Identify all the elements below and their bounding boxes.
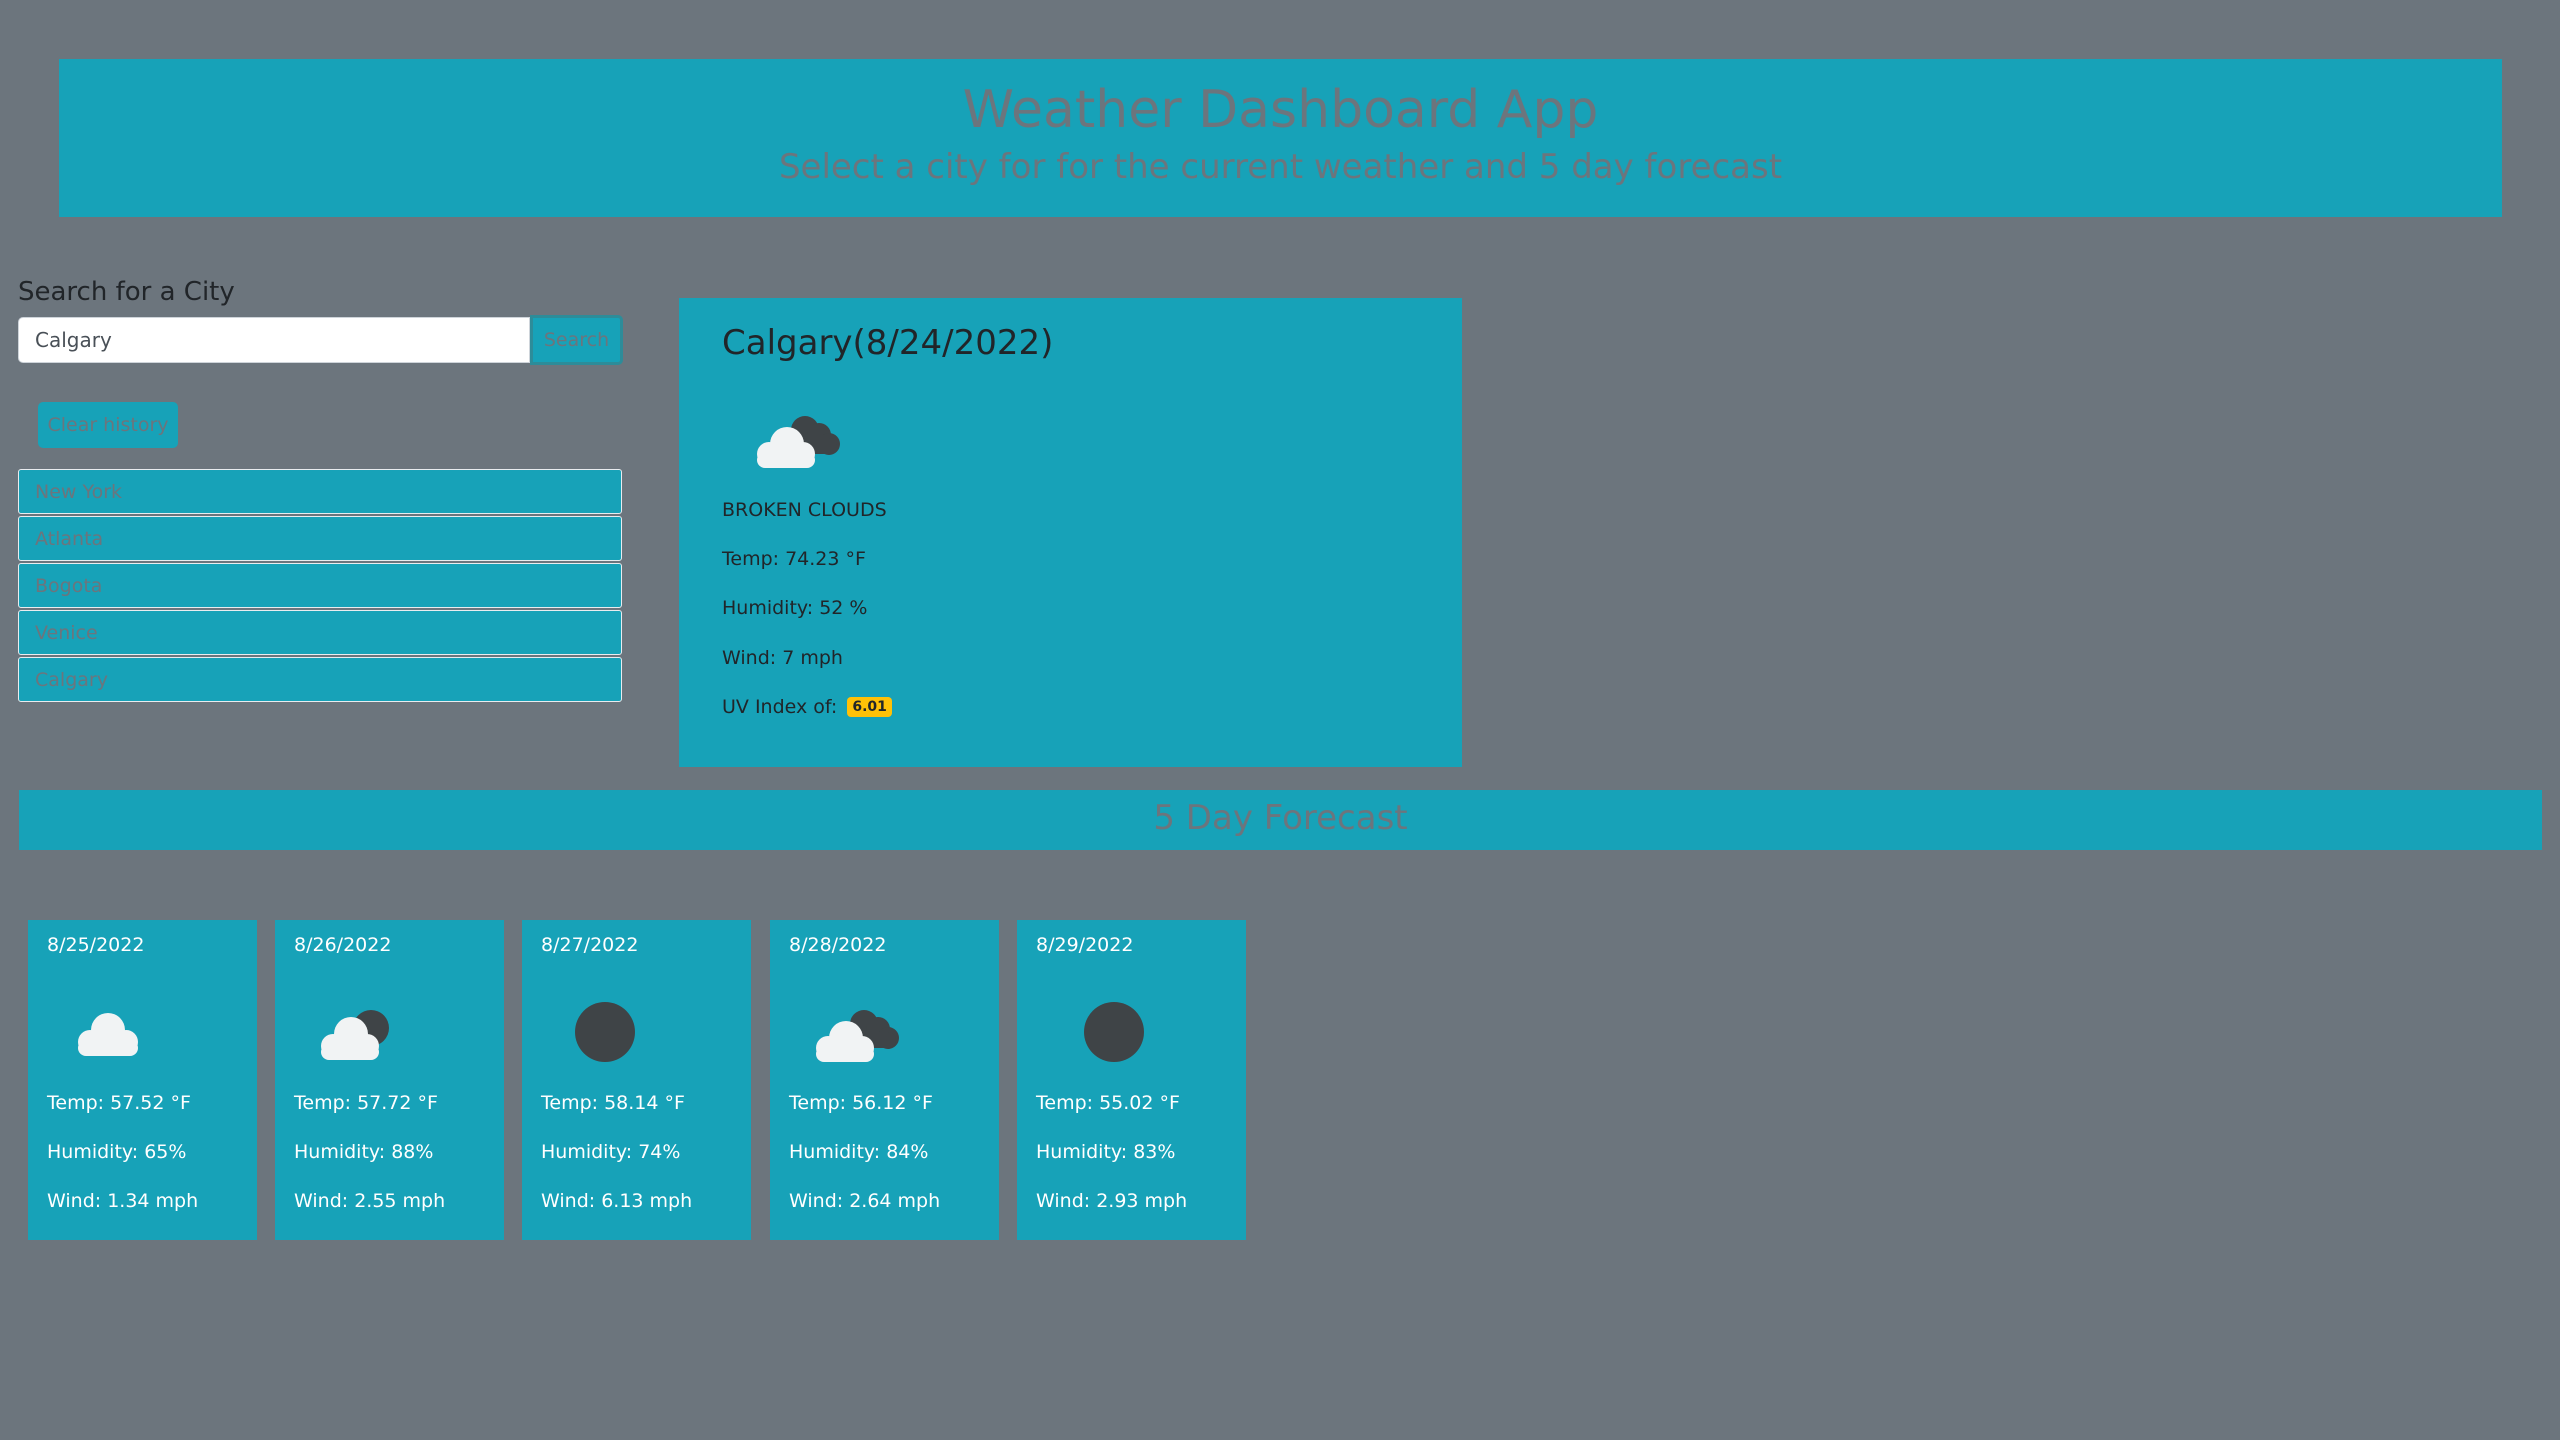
- forecast-card: 8/28/2022 Temp: 56.12 °F Humidity: 84% W…: [770, 920, 999, 1240]
- forecast-humidity: Humidity: 74%: [541, 1141, 681, 1163]
- forecast-card: 8/27/2022 Temp: 58.14 °F Humidity: 74% W…: [522, 920, 751, 1240]
- search-history-list: New York Atlanta Bogota Venice Calgary: [18, 469, 622, 704]
- forecast-card: 8/26/2022 Temp: 57.72 °F Humidity: 88% W…: [275, 920, 504, 1240]
- page-title: Weather Dashboard App: [962, 80, 1599, 140]
- forecast-date: 8/28/2022: [789, 934, 887, 956]
- forecast-date: 8/25/2022: [47, 934, 145, 956]
- broken-clouds-icon: [757, 416, 840, 468]
- uv-index-label: UV Index of:: [722, 696, 838, 718]
- forecast-humidity: Humidity: 88%: [294, 1141, 434, 1163]
- forecast-wind: Wind: 1.34 mph: [47, 1190, 199, 1212]
- uv-index-row: UV Index of: 6.01: [722, 696, 892, 718]
- forecast-wind: Wind: 2.64 mph: [789, 1190, 941, 1212]
- forecast-temp: Temp: 56.12 °F: [789, 1092, 933, 1114]
- forecast-date: 8/27/2022: [541, 934, 639, 956]
- cloud-dark-icon: [321, 1010, 389, 1060]
- forecast-humidity: Humidity: 83%: [1036, 1141, 1176, 1163]
- forecast-wind: Wind: 2.55 mph: [294, 1190, 446, 1212]
- forecast-wind: Wind: 6.13 mph: [541, 1190, 693, 1212]
- current-humidity: Humidity: 52 %: [722, 597, 868, 619]
- history-item-bogota[interactable]: Bogota: [18, 563, 622, 608]
- forecast-temp: Temp: 57.52 °F: [47, 1092, 191, 1114]
- broken-clouds-icon: [816, 1010, 899, 1062]
- forecast-wind: Wind: 2.93 mph: [1036, 1190, 1188, 1212]
- history-item-venice[interactable]: Venice: [18, 610, 622, 655]
- current-city-title: Calgary(8/24/2022): [722, 323, 1054, 363]
- city-search-input[interactable]: [18, 317, 530, 363]
- clear-history-button[interactable]: Clear history: [38, 402, 178, 448]
- forecast-temp: Temp: 57.72 °F: [294, 1092, 438, 1114]
- history-item-atlanta[interactable]: Atlanta: [18, 516, 622, 561]
- current-wind: Wind: 7 mph: [722, 647, 843, 669]
- overcast-icon: [1084, 1002, 1144, 1062]
- forecast-humidity: Humidity: 84%: [789, 1141, 929, 1163]
- page-subtitle: Select a city for for the current weathe…: [778, 147, 1783, 187]
- forecast-date: 8/29/2022: [1036, 934, 1134, 956]
- forecast-humidity: Humidity: 65%: [47, 1141, 187, 1163]
- history-item-new-york[interactable]: New York: [18, 469, 622, 514]
- forecast-card: 8/25/2022 Temp: 57.52 °F Humidity: 65% W…: [28, 920, 257, 1240]
- weather-description: BROKEN CLOUDS: [722, 499, 887, 521]
- forecast-card: 8/29/2022 Temp: 55.02 °F Humidity: 83% W…: [1017, 920, 1246, 1240]
- history-item-calgary[interactable]: Calgary: [18, 657, 622, 702]
- search-button[interactable]: Search: [530, 315, 623, 365]
- uv-index-badge: 6.01: [847, 697, 892, 717]
- cloud-icon: [78, 1013, 138, 1056]
- search-label: Search for a City: [18, 277, 235, 307]
- forecast-temp: Temp: 58.14 °F: [541, 1092, 685, 1114]
- header-banner: Weather Dashboard App Select a city for …: [59, 59, 2502, 217]
- forecast-title: 5 Day Forecast: [1153, 798, 1408, 838]
- current-weather-card: Calgary(8/24/2022) BROKEN CLOUDS Temp: 7…: [679, 298, 1462, 767]
- current-temp: Temp: 74.23 °F: [722, 548, 866, 570]
- forecast-header: 5 Day Forecast: [19, 790, 2542, 850]
- overcast-icon: [575, 1002, 635, 1062]
- forecast-temp: Temp: 55.02 °F: [1036, 1092, 1180, 1114]
- forecast-date: 8/26/2022: [294, 934, 392, 956]
